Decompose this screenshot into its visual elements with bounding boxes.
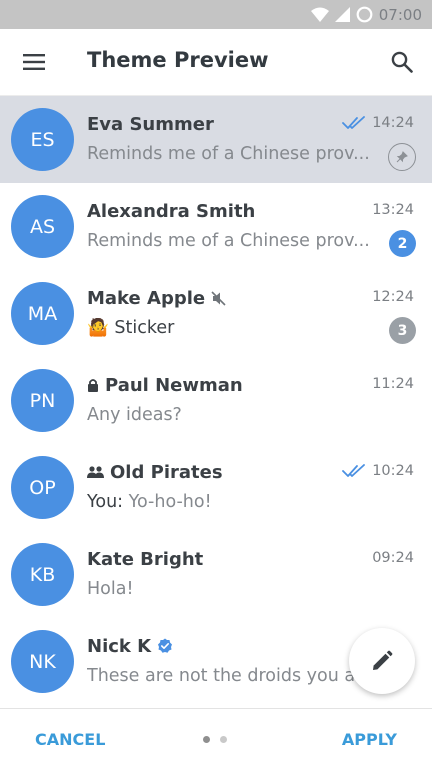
chat-name: Nick K <box>87 635 152 657</box>
verified-icon <box>158 638 173 653</box>
chat-time: 09:24 <box>372 550 414 566</box>
chat-message: Reminds me of a Chinese prov... <box>87 144 370 164</box>
search-button[interactable] <box>384 45 420 79</box>
status-bar: 07:00 <box>0 0 432 29</box>
unread-badge: 2 <box>389 230 416 257</box>
avatar: ES <box>11 108 74 171</box>
menu-icon <box>23 54 45 70</box>
chat-name: Kate Bright <box>87 548 204 570</box>
page-title: Theme Preview <box>87 48 269 72</box>
chat-message-line: You: Yo-ho-ho! <box>87 492 372 512</box>
chat-row-kate-bright[interactable]: KB Kate Bright 09:24 Hola! <box>0 531 432 618</box>
unread-badge: 3 <box>389 317 416 344</box>
sticker-emoji: 🤷 <box>87 318 109 338</box>
signal-icon <box>334 7 350 22</box>
search-icon <box>391 51 413 73</box>
wifi-icon <box>310 7 329 22</box>
double-check-icon <box>342 116 366 129</box>
pinned-badge <box>388 143 416 171</box>
pin-icon <box>396 151 408 163</box>
group-icon <box>87 466 104 478</box>
lock-icon <box>88 379 98 392</box>
chat-name: Alexandra Smith <box>87 200 256 222</box>
apply-button[interactable]: APPLY <box>342 730 397 749</box>
avatar: NK <box>11 630 74 693</box>
chat-time: 11:24 <box>372 376 414 392</box>
chat-row-old-pirates[interactable]: OP Old Pirates 10:24 You: Yo-ho-ho! <box>0 444 432 531</box>
page-dot-1 <box>203 736 210 743</box>
chat-message: Hola! <box>87 579 134 599</box>
status-time: 07:00 <box>378 5 422 24</box>
chat-time: 12:24 <box>372 289 414 305</box>
data-saver-icon <box>356 6 373 23</box>
chat-name: Old Pirates <box>110 461 223 483</box>
menu-button[interactable] <box>14 45 54 79</box>
pencil-icon <box>373 650 393 670</box>
chat-row-eva-summer[interactable]: ES Eva Summer 14:24 Reminds me of a Chin… <box>0 96 432 183</box>
chat-list: ES Eva Summer 14:24 Reminds me of a Chin… <box>0 96 432 708</box>
chat-time: 13:24 <box>372 202 414 218</box>
avatar: MA <box>11 282 74 345</box>
chat-message: Yo-ho-ho! <box>128 492 212 512</box>
chat-time: 10:24 <box>372 463 414 479</box>
muted-icon <box>211 290 226 306</box>
message-sender: You: <box>87 492 124 512</box>
chat-message: Any ideas? <box>87 405 182 425</box>
chat-name: Eva Summer <box>87 113 214 135</box>
chat-name: Make Apple <box>87 287 206 309</box>
chat-row-make-apple[interactable]: MA Make Apple 12:24 🤷 Sticker 3 <box>0 270 432 357</box>
chat-message: Sticker <box>114 318 175 338</box>
avatar: OP <box>11 456 74 519</box>
page-dot-2 <box>220 736 227 743</box>
chat-message: These are not the droids you are looking… <box>87 666 372 686</box>
double-check-icon <box>342 464 366 477</box>
avatar: AS <box>11 195 74 258</box>
avatar: PN <box>11 369 74 432</box>
chat-time: 14:24 <box>372 115 414 131</box>
chat-name: Paul Newman <box>105 374 243 396</box>
compose-button[interactable] <box>349 628 415 694</box>
app-bar: Theme Preview <box>0 29 432 96</box>
chat-message-line: 🤷 Sticker <box>87 318 372 338</box>
chat-message: Reminds me of a Chinese prov... <box>87 231 370 251</box>
page-indicator <box>203 736 227 743</box>
bottom-bar: CANCEL APPLY <box>0 708 432 768</box>
avatar: KB <box>11 543 74 606</box>
cancel-button[interactable]: CANCEL <box>35 730 105 749</box>
chat-row-paul-newman[interactable]: PN Paul Newman 11:24 Any ideas? <box>0 357 432 444</box>
chat-row-alexandra-smith[interactable]: AS Alexandra Smith 13:24 Reminds me of a… <box>0 183 432 270</box>
